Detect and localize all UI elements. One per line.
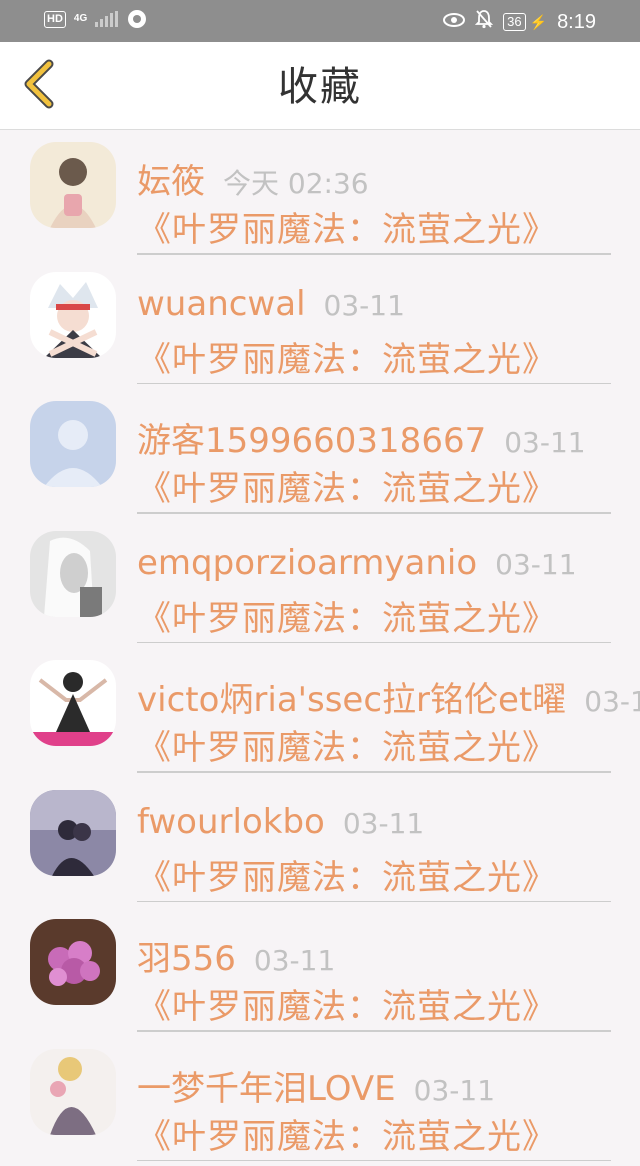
username: 游客1599660318667 — [137, 413, 486, 462]
avatar — [30, 401, 116, 487]
divider — [137, 771, 611, 773]
username: 羽556 — [137, 931, 236, 980]
avatar — [30, 919, 116, 1005]
list-item[interactable]: fwourlokbo 03-11 《叶罗丽魔法：流萤之光》 — [0, 778, 640, 908]
divider — [137, 1160, 611, 1162]
timestamp: 03-11 — [343, 807, 424, 840]
favorite-title: 《叶罗丽魔法：流萤之光》 — [137, 979, 557, 1028]
list-item[interactable]: 妘筱 今天 02:36 《叶罗丽魔法：流萤之光》 — [0, 130, 640, 260]
timestamp: 03-11 — [495, 548, 576, 581]
username: 妘筱 — [137, 154, 205, 203]
status-bar: HD 4G 36 ⚡ 8:19 — [0, 0, 640, 42]
divider — [137, 901, 611, 903]
timestamp: 今天 02:36 — [223, 162, 369, 202]
username: wuancwal — [137, 284, 306, 324]
charging-icon: ⚡ — [530, 14, 547, 31]
avatar — [30, 531, 116, 617]
list-item[interactable]: 一梦千年泪LOVE 03-11 《叶罗丽魔法：流萤之光》 — [0, 1037, 640, 1166]
divider — [137, 383, 611, 385]
username: emqporzioarmyanio — [137, 543, 477, 583]
divider — [137, 1030, 611, 1032]
network-type: 4G — [74, 14, 87, 24]
favorite-title: 《叶罗丽魔法：流萤之光》 — [137, 850, 557, 899]
favorites-list: 妘筱 今天 02:36 《叶罗丽魔法：流萤之光》 wuancwal 03-11 … — [0, 130, 640, 1166]
avatar — [30, 790, 116, 876]
hd-icon: HD — [44, 11, 66, 28]
avatar — [30, 660, 116, 746]
battery-icon: 36 — [503, 13, 525, 31]
status-bar-left: HD 4G — [44, 10, 146, 28]
avatar — [30, 1049, 116, 1135]
timestamp: 03-11 — [254, 944, 335, 977]
favorite-title: 《叶罗丽魔法：流萤之光》 — [137, 720, 557, 769]
timestamp: 03-11 — [324, 289, 405, 322]
favorite-title: 《叶罗丽魔法：流萤之光》 — [137, 202, 557, 251]
username: 一梦千年泪LOVE — [137, 1061, 396, 1110]
bell-off-icon — [475, 9, 493, 35]
timestamp: 03-11 — [414, 1074, 495, 1107]
favorite-title: 《叶罗丽魔法：流萤之光》 — [137, 1109, 557, 1158]
status-bar-right: 36 ⚡ 8:19 — [443, 9, 596, 35]
divider — [137, 642, 611, 644]
username: victo炳ria'ssec拉r铭伦et曜 — [137, 672, 566, 721]
app-header: 收藏 — [0, 42, 640, 130]
list-item[interactable]: victo炳ria'ssec拉r铭伦et曜 03-11 《叶罗丽魔法：流萤之光》 — [0, 648, 640, 778]
divider — [137, 253, 611, 255]
eye-icon — [443, 11, 465, 33]
timestamp: 03-11 — [504, 426, 585, 459]
list-item[interactable]: 羽556 03-11 《叶罗丽魔法：流萤之光》 — [0, 907, 640, 1037]
signal-icon — [95, 11, 118, 27]
status-time: 8:19 — [557, 11, 596, 34]
timestamp: 03-11 — [584, 685, 640, 718]
favorite-title: 《叶罗丽魔法：流萤之光》 — [137, 332, 557, 381]
username: fwourlokbo — [137, 802, 325, 842]
list-item[interactable]: emqporzioarmyanio 03-11 《叶罗丽魔法：流萤之光》 — [0, 519, 640, 649]
avatar — [30, 272, 116, 358]
page-title: 收藏 — [0, 62, 640, 112]
favorite-title: 《叶罗丽魔法：流萤之光》 — [137, 461, 557, 510]
list-item[interactable]: 游客1599660318667 03-11 《叶罗丽魔法：流萤之光》 — [0, 389, 640, 519]
divider — [137, 512, 611, 514]
list-item[interactable]: wuancwal 03-11 《叶罗丽魔法：流萤之光》 — [0, 260, 640, 390]
sync-icon — [128, 10, 146, 28]
favorite-title: 《叶罗丽魔法：流萤之光》 — [137, 591, 557, 640]
avatar — [30, 142, 116, 228]
